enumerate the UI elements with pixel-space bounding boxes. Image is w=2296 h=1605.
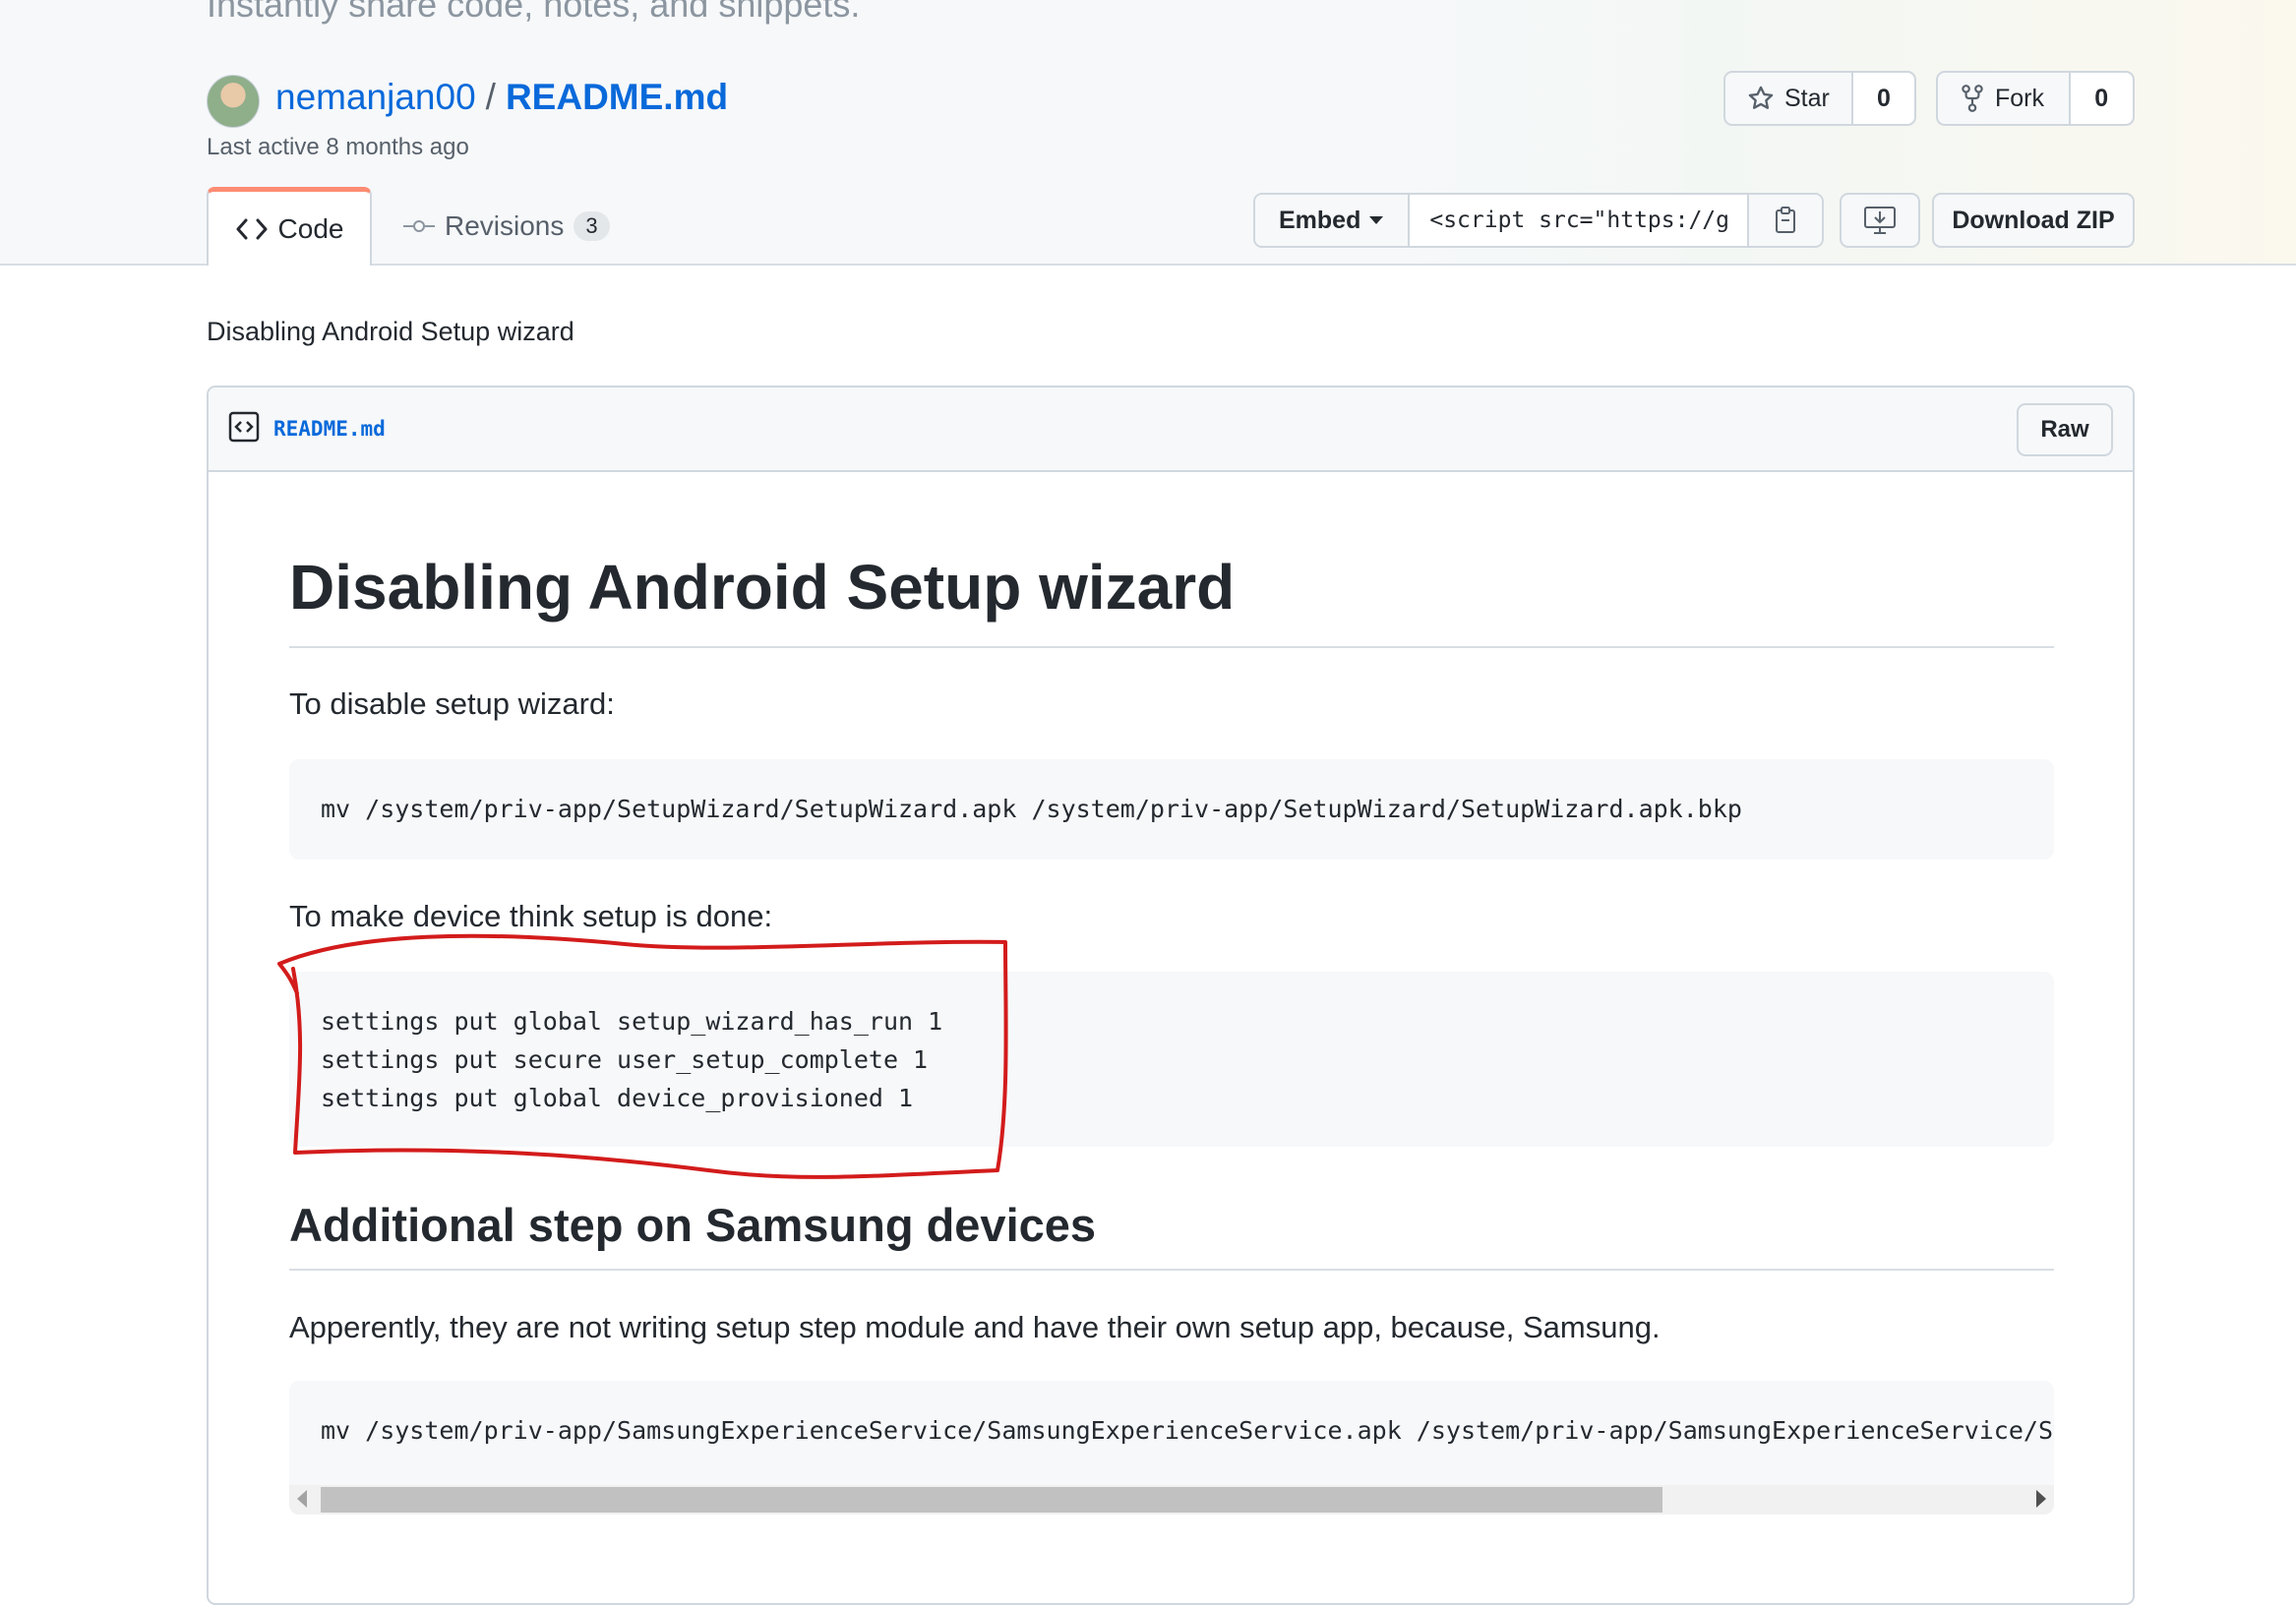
clipboard-icon bbox=[1773, 206, 1798, 235]
readme-subheading: Additional step on Samsung devices bbox=[289, 1199, 1097, 1251]
star-button-group: Star 0 bbox=[1723, 71, 1916, 126]
readme-heading: Disabling Android Setup wizard bbox=[289, 552, 1236, 623]
horizontal-scrollbar[interactable] bbox=[289, 1485, 2054, 1515]
revisions-count: 3 bbox=[574, 211, 610, 241]
embed-group: Embed bbox=[1253, 193, 1824, 248]
git-commit-icon bbox=[403, 216, 435, 236]
desktop-download-icon bbox=[1863, 205, 1897, 236]
copy-embed-button[interactable] bbox=[1747, 195, 1822, 246]
fork-button[interactable]: Fork bbox=[1938, 73, 2069, 124]
scroll-left-arrow[interactable] bbox=[297, 1490, 307, 1508]
code-block: mv /system/priv-app/SamsungExperienceSer… bbox=[289, 1381, 2054, 1515]
fork-icon bbox=[1960, 84, 1985, 113]
code-line: settings put global setup_wizard_has_run… bbox=[321, 1007, 943, 1036]
file-name-link[interactable]: README.md bbox=[273, 417, 386, 441]
heading-divider bbox=[289, 646, 2054, 648]
title-separator: / bbox=[485, 77, 496, 117]
gist-file-link[interactable]: README.md bbox=[506, 77, 728, 117]
code-line: settings put global device_provisioned 1 bbox=[321, 1084, 914, 1112]
fork-button-group: Fork 0 bbox=[1936, 71, 2135, 126]
file-code-icon bbox=[228, 411, 260, 443]
code-icon bbox=[235, 216, 269, 242]
embed-snippet-input[interactable] bbox=[1410, 195, 1747, 246]
gist-title: nemanjan00/README.md bbox=[275, 77, 728, 118]
tab-code-label: Code bbox=[277, 212, 344, 244]
download-zip-button[interactable]: Download ZIP bbox=[1932, 193, 2135, 248]
star-icon bbox=[1747, 85, 1775, 112]
code-block: mv /system/priv-app/SetupWizard/SetupWiz… bbox=[289, 759, 2054, 860]
owner-link[interactable]: nemanjan00 bbox=[275, 77, 476, 117]
caret-down-icon bbox=[1368, 215, 1384, 225]
scrollbar-thumb[interactable] bbox=[321, 1487, 1662, 1513]
tab-revisions-label: Revisions bbox=[445, 210, 565, 241]
scroll-right-arrow[interactable] bbox=[2036, 1490, 2046, 1508]
code-line: settings put secure user_setup_complete … bbox=[321, 1045, 929, 1074]
code-line: mv /system/priv-app/SetupWizard/SetupWiz… bbox=[321, 795, 1742, 823]
file-header: README.md Raw bbox=[209, 387, 2133, 472]
star-count[interactable]: 0 bbox=[1850, 73, 1914, 124]
readme-paragraph: Apperently, they are not writing setup s… bbox=[289, 1310, 1661, 1344]
readme-paragraph: To make device think setup is done: bbox=[289, 899, 773, 933]
open-desktop-button[interactable] bbox=[1840, 193, 1920, 248]
avatar[interactable] bbox=[207, 75, 260, 128]
raw-button[interactable]: Raw bbox=[2017, 403, 2113, 456]
fork-count[interactable]: 0 bbox=[2068, 73, 2133, 124]
code-line: mv /system/priv-app/SamsungExperienceSer… bbox=[321, 1416, 2054, 1445]
star-button[interactable]: Star bbox=[1725, 73, 1851, 124]
readme-paragraph: To disable setup wizard: bbox=[289, 686, 615, 721]
star-label: Star bbox=[1784, 84, 1830, 112]
code-block: settings put global setup_wizard_has_run… bbox=[289, 972, 2054, 1147]
embed-select-label: Embed bbox=[1279, 206, 1361, 234]
tagline: Instantly share code, notes, and snippet… bbox=[207, 0, 861, 25]
gist-description: Disabling Android Setup wizard bbox=[207, 317, 574, 346]
fork-label: Fork bbox=[1995, 84, 2044, 112]
subheading-divider bbox=[289, 1269, 2054, 1271]
last-active: Last active 8 months ago bbox=[207, 134, 469, 160]
tab-code[interactable]: Code bbox=[207, 187, 372, 266]
tab-revisions[interactable]: Revisions 3 bbox=[403, 197, 610, 256]
embed-select[interactable]: Embed bbox=[1255, 195, 1411, 246]
